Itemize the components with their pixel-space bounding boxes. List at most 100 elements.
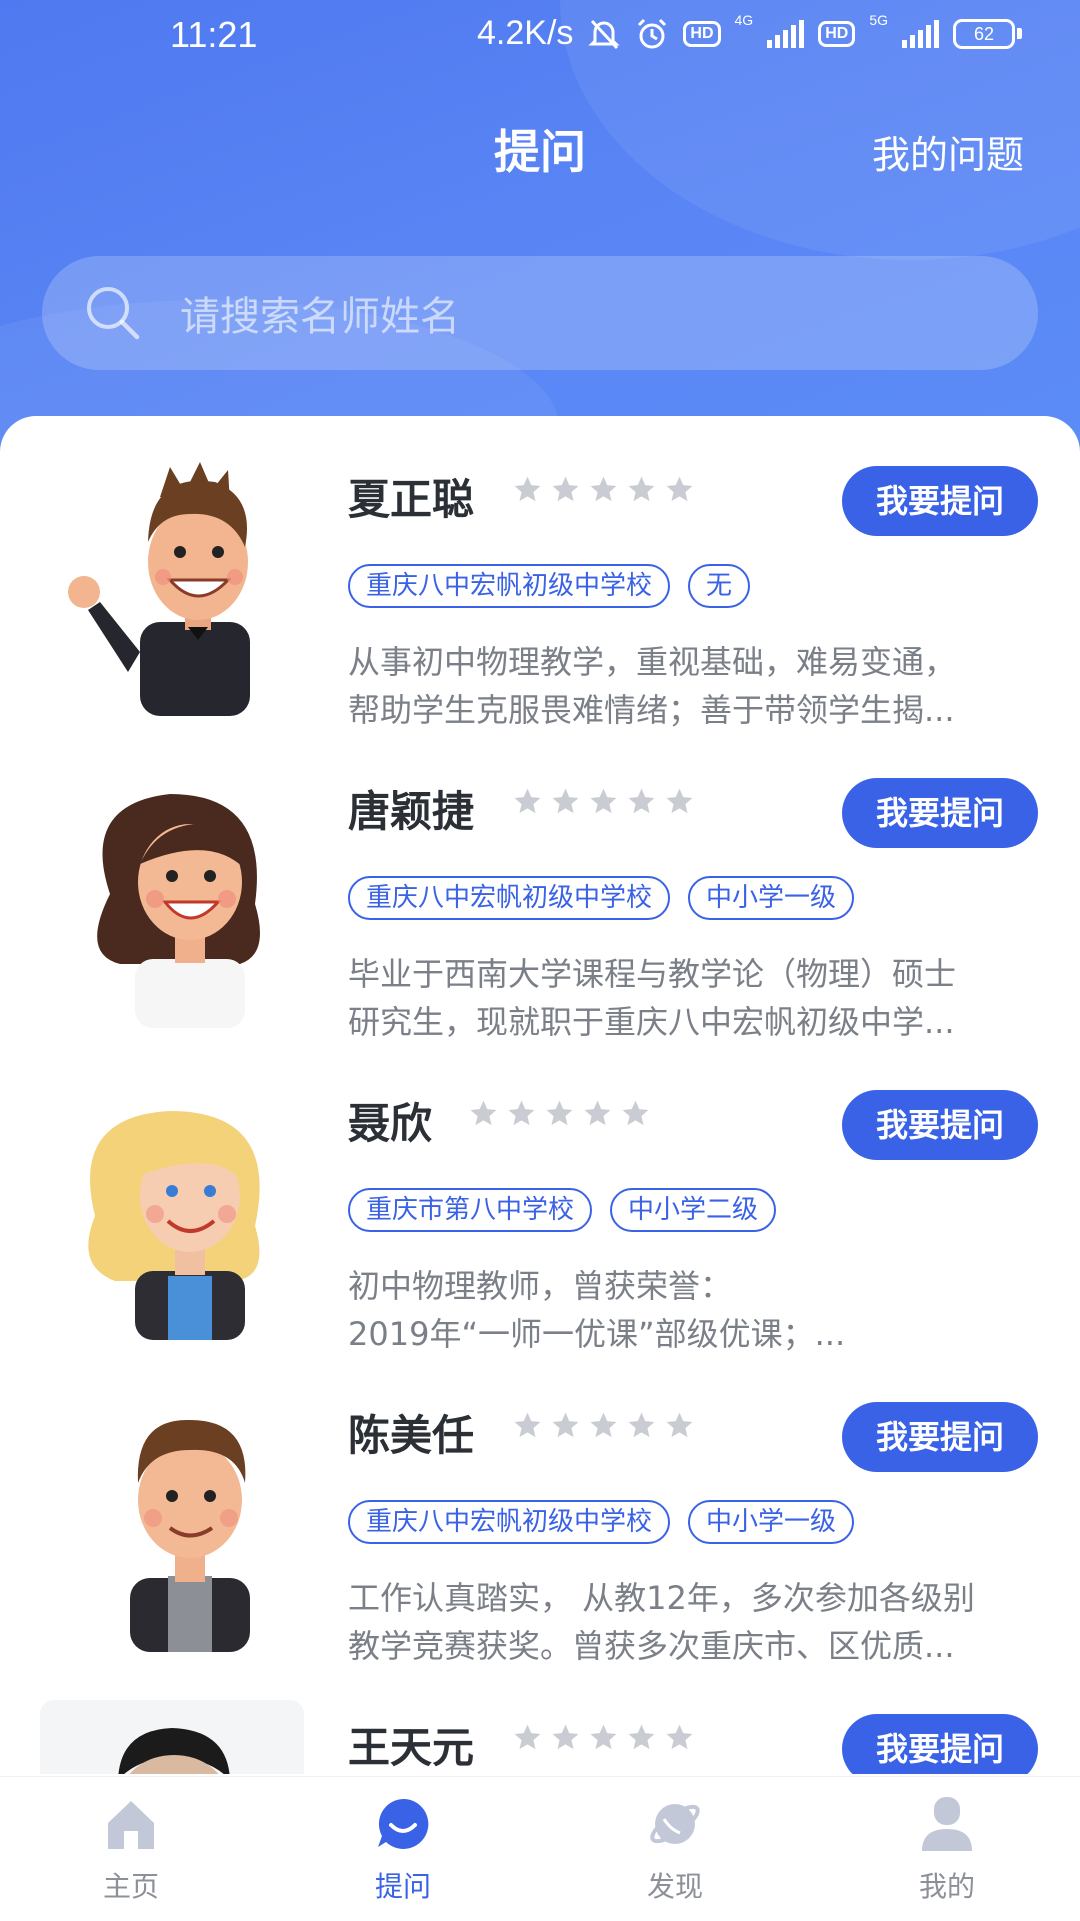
teacher-card[interactable]: 夏正聪 我要提问 重庆八中宏帆初级中学校 无 从事初中物理教学，重视基础，难易变… [0,436,1080,748]
bell-off-icon [588,19,621,49]
user-icon [922,1797,972,1851]
status-time: 11:21 [170,14,258,55]
star-icon [628,476,655,502]
star-icon [666,1412,693,1438]
teacher-card[interactable]: 王天元 我要提问 [0,1684,1080,1774]
bottom-tab-bar: 主页 提问 发现 我的 [0,1776,1080,1921]
star-icon [628,1724,655,1750]
title-tag: 中小学二级 [610,1188,777,1232]
star-icon [666,1724,693,1750]
description-line: 教学竞赛获奖。曾获多次重庆市、区优质... [348,1627,955,1665]
star-icon [666,788,693,814]
school-tag: 重庆八中宏帆初级中学校 [348,876,671,920]
ask-question-button[interactable]: 我要提问 [842,1090,1038,1160]
net-speed: 4.2K/s [477,14,574,52]
rating-stars [468,1098,651,1129]
search-icon [87,287,140,340]
star-icon [622,1100,649,1126]
teacher-card[interactable]: 聂欣 我要提问 重庆市第八中学校 中小学二级 初中物理教师，曾获荣誉： 2019… [0,1060,1080,1372]
star-icon [552,1724,579,1750]
battery-level: 62 [953,18,1015,49]
star-icon [514,788,541,814]
star-icon [552,476,579,502]
star-icon [546,1100,573,1126]
ask-question-button[interactable]: 我要提问 [842,1402,1038,1472]
teacher-name: 夏正聪 [348,475,475,524]
teacher-description: 工作认真踏实， 从教12年，多次参加各级别 教学竞赛获奖。曾获多次重庆市、区优质… [348,1574,1016,1670]
description-line: 工作认真踏实， 从教12年，多次参加各级别 [348,1579,975,1617]
description-line: 毕业于西南大学课程与教学论（物理）硕士 [348,955,957,993]
title-tag: 无 [688,564,751,608]
my-questions-link[interactable]: 我的问题 [872,124,1024,179]
signal-icon [767,19,805,48]
battery-icon: 62 [953,18,1022,49]
school-tag: 重庆市第八中学校 [348,1188,593,1232]
tab-label: 我的 [918,1870,975,1903]
teacher-name: 唐颖捷 [348,787,475,836]
rating-stars [512,1410,695,1441]
star-icon [514,1412,541,1438]
alarm-icon [638,18,667,48]
rating-stars [512,474,695,505]
title-tag: 中小学一级 [688,876,855,920]
header: 11:21 4.2K/s HD 4G HD 5G 62 提问 我的问题 请搜索名… [0,0,1080,470]
teacher-card[interactable]: 唐颖捷 我要提问 重庆八中宏帆初级中学校 中小学一级 毕业于西南大学课程与教学论… [0,748,1080,1060]
school-tag: 重庆八中宏帆初级中学校 [348,564,671,608]
star-icon [552,788,579,814]
star-icon [590,788,617,814]
star-icon [628,1412,655,1438]
star-icon [628,788,655,814]
male-teacher-waving-avatar [68,462,250,716]
star-icon [514,476,541,502]
search-input[interactable]: 请搜索名师姓名 [180,284,460,342]
tag-list: 重庆八中宏帆初级中学校 中小学一级 [348,1500,855,1544]
home-icon [108,1801,154,1849]
star-icon [666,476,693,502]
male-brown-hair-avatar [130,1419,250,1652]
signal-icon [902,19,939,48]
teacher-name: 王天元 [348,1723,475,1772]
teacher-name: 陈美任 [348,1411,475,1460]
description-line: 帮助学生克服畏难情绪；善于带领学生揭... [348,691,955,729]
teacher-name: 聂欣 [348,1099,433,1148]
star-icon [552,1412,579,1438]
title-tag: 中小学一级 [688,1500,855,1544]
tab-label: 主页 [102,1870,159,1903]
hd-badge: HD [683,20,721,47]
rating-stars [512,786,695,817]
tab-profile[interactable]: 我的 [872,1795,1022,1905]
star-icon [590,1724,617,1750]
teacher-description: 毕业于西南大学课程与教学论（物理）硕士 研究生，现就职于重庆八中宏帆初级中学..… [348,950,1016,1046]
status-bar: 11:21 4.2K/s HD 4G HD 5G 62 [0,0,1080,76]
search-bar[interactable]: 请搜索名师姓名 [42,256,1038,370]
star-icon [584,1100,611,1126]
tab-label: 发现 [646,1870,703,1903]
tag-list: 重庆市第八中学校 中小学二级 [348,1188,777,1232]
tag-list: 重庆八中宏帆初级中学校 中小学一级 [348,876,855,920]
female-brown-hair-avatar [97,794,260,1028]
teacher-card[interactable]: 陈美任 我要提问 重庆八中宏帆初级中学校 中小学一级 工作认真踏实， 从教12年… [0,1372,1080,1684]
tab-discover[interactable]: 发现 [600,1795,750,1905]
hd-badge: HD [818,20,856,47]
ask-question-button[interactable]: 我要提问 [842,778,1038,848]
tab-label: 提问 [374,1870,431,1903]
tab-home[interactable]: 主页 [56,1795,206,1905]
description-line: 初中物理教师，曾获荣誉： [348,1267,733,1305]
teacher-description: 初中物理教师，曾获荣誉： 2019年“一师一优课”部级优课；... [348,1262,1016,1358]
teacher-description: 从事初中物理教学，重视基础，难易变通， 帮助学生克服畏难情绪；善于带领学生揭..… [348,638,1016,734]
rating-stars [512,1722,695,1753]
female-blonde-avatar [88,1111,260,1340]
description-line: 从事初中物理教学，重视基础，难易变通， [348,643,957,681]
chat-bubble-icon [378,1798,429,1849]
star-icon [470,1100,497,1126]
planet-icon [650,1804,700,1844]
star-icon [590,1412,617,1438]
description-line: 研究生，现就职于重庆八中宏帆初级中学... [348,1003,955,1041]
tag-list: 重庆八中宏帆初级中学校 无 [348,564,751,608]
teacher-photo-avatar [40,1700,304,1774]
tab-ask[interactable]: 提问 [328,1795,478,1905]
ask-question-button[interactable]: 我要提问 [842,1714,1038,1774]
network-label: 5G [869,11,888,28]
school-tag: 重庆八中宏帆初级中学校 [348,1500,671,1544]
ask-question-button[interactable]: 我要提问 [842,466,1038,536]
